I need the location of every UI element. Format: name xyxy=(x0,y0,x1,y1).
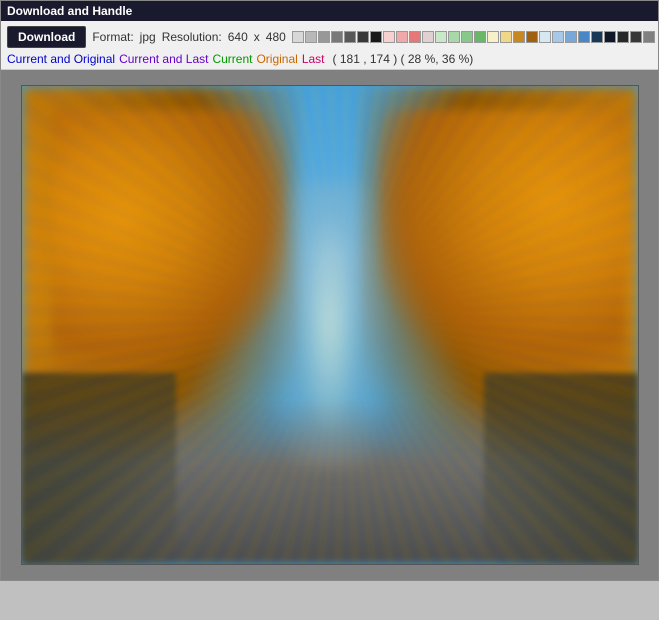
original-link[interactable]: Original xyxy=(256,52,297,66)
main-image xyxy=(21,85,639,565)
coords-text: ( 181 , 174 ) ( 28 %, 36 %) xyxy=(333,52,474,66)
color-swatch[interactable] xyxy=(448,31,460,43)
color-swatch[interactable] xyxy=(604,31,616,43)
color-swatch[interactable] xyxy=(539,31,551,43)
color-swatch[interactable] xyxy=(630,31,642,43)
format-label: Format: xyxy=(92,30,133,44)
color-swatch[interactable] xyxy=(591,31,603,43)
image-container xyxy=(1,70,658,580)
color-swatch[interactable] xyxy=(383,31,395,43)
color-swatch[interactable] xyxy=(344,31,356,43)
color-swatch[interactable] xyxy=(435,31,447,43)
color-swatch[interactable] xyxy=(643,31,655,43)
current-and-last-link[interactable]: Current and Last xyxy=(119,52,208,66)
image-canvas xyxy=(22,86,638,564)
color-swatch[interactable] xyxy=(552,31,564,43)
color-swatch[interactable] xyxy=(331,31,343,43)
color-swatch[interactable] xyxy=(500,31,512,43)
toolbar: Download Format: jpg Resolution: 640 x 4… xyxy=(1,21,658,70)
resolution-x: x xyxy=(254,30,260,44)
download-button[interactable]: Download xyxy=(7,26,86,48)
resolution-label: Resolution: xyxy=(162,30,222,44)
color-swatch[interactable] xyxy=(461,31,473,43)
color-swatch[interactable] xyxy=(565,31,577,43)
window-title: Download and Handle xyxy=(7,4,132,18)
color-swatch[interactable] xyxy=(409,31,421,43)
resolution-width: 640 xyxy=(228,30,248,44)
color-swatch[interactable] xyxy=(396,31,408,43)
toolbar-row2: Current and Original Current and Last Cu… xyxy=(7,52,652,66)
current-link[interactable]: Current xyxy=(212,52,252,66)
color-swatch[interactable] xyxy=(357,31,369,43)
format-value: jpg xyxy=(140,30,156,44)
color-swatches xyxy=(292,31,655,43)
color-swatch[interactable] xyxy=(487,31,499,43)
app-window: Download and Handle Download Format: jpg… xyxy=(0,0,659,581)
current-and-original-link[interactable]: Current and Original xyxy=(7,52,115,66)
title-bar: Download and Handle xyxy=(1,1,658,21)
toolbar-row1: Download Format: jpg Resolution: 640 x 4… xyxy=(7,26,652,48)
resolution-height: 480 xyxy=(266,30,286,44)
color-swatch[interactable] xyxy=(474,31,486,43)
color-swatch[interactable] xyxy=(422,31,434,43)
last-link[interactable]: Last xyxy=(302,52,325,66)
color-swatch[interactable] xyxy=(578,31,590,43)
color-swatch[interactable] xyxy=(318,31,330,43)
color-swatch[interactable] xyxy=(617,31,629,43)
color-swatch[interactable] xyxy=(305,31,317,43)
zoom-rays xyxy=(22,86,638,564)
color-swatch[interactable] xyxy=(513,31,525,43)
color-swatch[interactable] xyxy=(292,31,304,43)
color-swatch[interactable] xyxy=(526,31,538,43)
color-swatch[interactable] xyxy=(370,31,382,43)
